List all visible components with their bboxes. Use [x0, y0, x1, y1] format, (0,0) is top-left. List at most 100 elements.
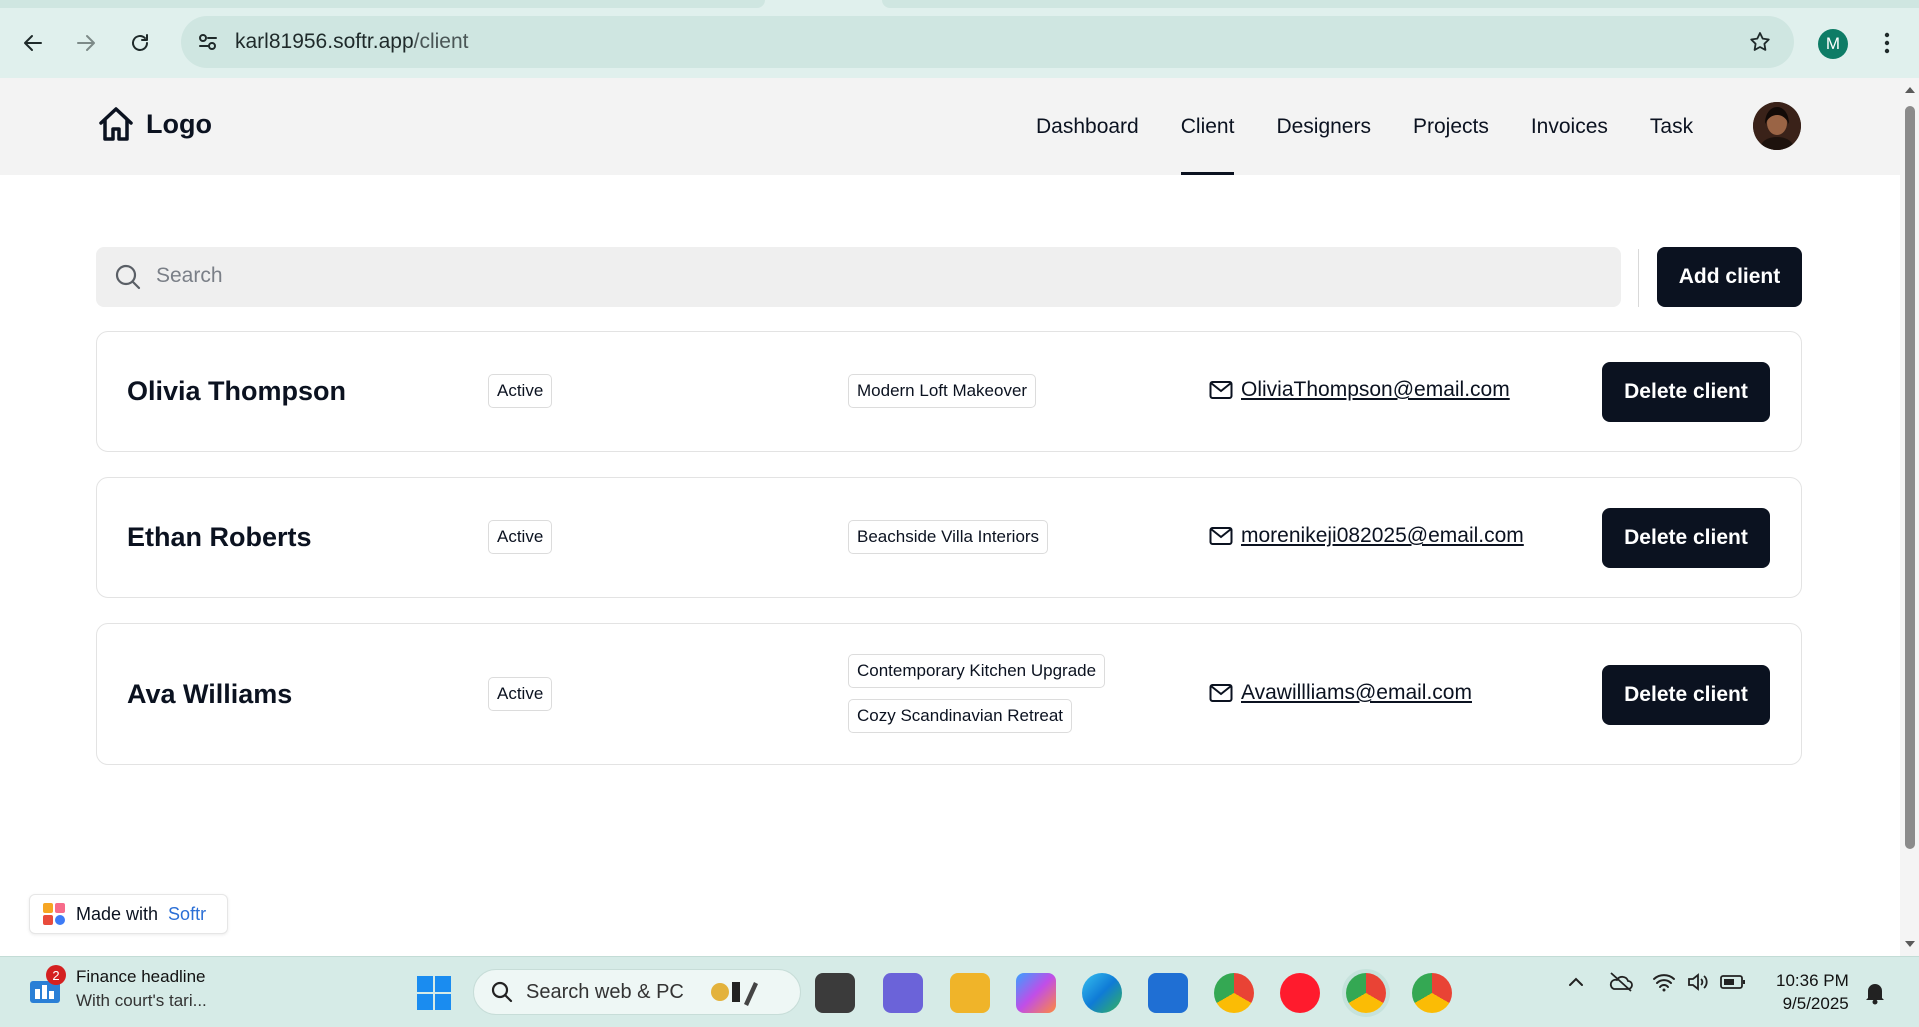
- project-tag: Modern Loft Makeover: [848, 374, 1037, 408]
- reload-icon: [132, 34, 148, 51]
- page: Logo Dashboard Client Designers Projects…: [0, 78, 1900, 956]
- divider: [1638, 249, 1639, 307]
- address-bar[interactable]: karl81956.softr.app/client: [181, 16, 1794, 68]
- nav-task[interactable]: Task: [1650, 78, 1693, 175]
- delete-client-button[interactable]: Delete client: [1602, 362, 1770, 422]
- edge-browser-icon[interactable]: [1082, 973, 1122, 1013]
- client-card: Olivia Thompson Active Modern Loft Makeo…: [96, 331, 1802, 452]
- system-tray: [1566, 971, 1746, 993]
- windows-start-icon[interactable]: [414, 973, 454, 1013]
- scrollbar-thumb[interactable]: [1905, 106, 1915, 849]
- task-view-icon[interactable]: [815, 973, 855, 1013]
- mail-icon: [1209, 527, 1233, 545]
- chrome-profile-m-icon[interactable]: [1346, 973, 1386, 1013]
- client-name: Olivia Thompson: [127, 376, 347, 406]
- home-icon: [99, 107, 133, 141]
- mail-icon: [1209, 684, 1233, 702]
- client-card: Ava Williams Active Contemporary Kitchen…: [96, 623, 1802, 765]
- search-placeholder: Search: [156, 264, 223, 287]
- browser-chrome: karl81956.softr.app/client M: [0, 0, 1919, 78]
- microsoft-store-icon[interactable]: [1148, 973, 1188, 1013]
- tab-background-right[interactable]: [882, 0, 1919, 8]
- scroll-up-icon[interactable]: [1904, 84, 1916, 96]
- logo-text: Logo: [146, 108, 212, 139]
- browser-profile-avatar[interactable]: M: [1818, 29, 1848, 59]
- search-input[interactable]: Search: [96, 247, 1621, 307]
- client-email-link[interactable]: Avawillliams@email.com: [1209, 681, 1472, 705]
- nav-client[interactable]: Client: [1180, 78, 1234, 175]
- volume-icon[interactable]: [1686, 972, 1710, 992]
- chrome-profile-other-icon[interactable]: [1412, 973, 1452, 1013]
- scroll-down-icon[interactable]: [1904, 938, 1916, 950]
- search-highlight-icon: [710, 982, 758, 1006]
- browser-toolbar: karl81956.softr.app/client M: [0, 12, 1919, 72]
- delete-client-button[interactable]: Delete client: [1602, 665, 1770, 725]
- search-icon: [115, 264, 141, 290]
- reload-button[interactable]: [123, 26, 157, 60]
- made-with-text: Made with: [76, 903, 159, 924]
- wifi-icon[interactable]: [1652, 972, 1676, 992]
- url-path: /client: [413, 30, 469, 53]
- client-email[interactable]: morenikeji082025@email.com: [1241, 524, 1524, 548]
- page-scrollbar[interactable]: [1900, 78, 1919, 956]
- arrow-right-icon: [77, 35, 95, 51]
- delete-client-button[interactable]: Delete client: [1602, 508, 1770, 568]
- main-nav: Dashboard Client Designers Projects Invo…: [1036, 78, 1735, 175]
- client-name: Ava Williams: [127, 679, 293, 709]
- forward-button[interactable]: [69, 26, 103, 60]
- status-badge: Active: [488, 677, 553, 711]
- news-badge: 2: [46, 965, 66, 985]
- status-badge: Active: [488, 374, 553, 408]
- back-button[interactable]: [16, 26, 50, 60]
- notification-bell-icon[interactable]: [1864, 981, 1886, 1005]
- news-widget-icon: 2: [28, 965, 66, 1007]
- user-avatar-image: [1753, 102, 1801, 150]
- logo[interactable]: Logo: [96, 104, 212, 144]
- nav-projects[interactable]: Projects: [1413, 78, 1489, 175]
- arrow-left-icon: [24, 35, 42, 51]
- taskbar-clock[interactable]: 10:36 PM 9/5/2025: [1776, 969, 1849, 1015]
- project-tag: Cozy Scandinavian Retreat: [848, 699, 1073, 733]
- tab-strip: [0, 0, 1919, 8]
- client-email[interactable]: OliviaThompson@email.com: [1241, 378, 1510, 402]
- project-tag: Beachside Villa Interiors: [848, 520, 1049, 554]
- softr-logo-icon: [43, 903, 65, 925]
- nav-dashboard[interactable]: Dashboard: [1036, 78, 1139, 175]
- user-avatar[interactable]: [1753, 102, 1801, 150]
- news-subtitle: With court's tari...: [76, 991, 207, 1010]
- tab-background-left[interactable]: [0, 0, 765, 8]
- site-settings-icon[interactable]: [195, 29, 221, 55]
- client-name: Ethan Roberts: [127, 522, 312, 552]
- bookmark-star-icon[interactable]: [1746, 28, 1774, 56]
- app-header: Logo Dashboard Client Designers Projects…: [0, 78, 1900, 175]
- copilot-app-icon[interactable]: [1016, 973, 1056, 1013]
- taskbar-search-placeholder: Search web & PC: [526, 980, 684, 1003]
- chrome-profile-s-icon[interactable]: [1214, 973, 1254, 1013]
- file-explorer-icon[interactable]: [950, 973, 990, 1013]
- browser-menu-icon[interactable]: [1872, 28, 1902, 58]
- teams-app-icon[interactable]: [883, 973, 923, 1013]
- news-title: Finance headline: [76, 967, 206, 986]
- news-widget[interactable]: 2 Finance headline With court's tari...: [28, 965, 207, 1011]
- clock-date: 9/5/2025: [1782, 994, 1849, 1013]
- status-badge: Active: [488, 520, 553, 554]
- softr-brand-text: Softr: [168, 903, 207, 924]
- onedrive-offline-icon[interactable]: [1608, 971, 1634, 993]
- opera-browser-icon[interactable]: [1280, 973, 1320, 1013]
- client-email-link[interactable]: morenikeji082025@email.com: [1209, 524, 1524, 548]
- made-with-softr-badge[interactable]: Made with Softr: [29, 894, 228, 934]
- url-text[interactable]: karl81956.softr.app/client: [235, 30, 468, 54]
- chevron-up-icon[interactable]: [1566, 972, 1586, 992]
- client-card: Ethan Roberts Active Beachside Villa Int…: [96, 477, 1802, 598]
- client-email[interactable]: Avawillliams@email.com: [1241, 681, 1472, 705]
- add-client-button[interactable]: Add client: [1657, 247, 1802, 307]
- taskbar-search-input[interactable]: Search web & PC: [473, 969, 801, 1015]
- project-tag: Contemporary Kitchen Upgrade: [848, 654, 1106, 688]
- nav-invoices[interactable]: Invoices: [1531, 78, 1608, 175]
- client-email-link[interactable]: OliviaThompson@email.com: [1209, 378, 1510, 402]
- taskbar: 2 Finance headline With court's tari... …: [0, 956, 1919, 1027]
- nav-designers[interactable]: Designers: [1276, 78, 1371, 175]
- clock-time: 10:36 PM: [1776, 971, 1849, 990]
- mail-icon: [1209, 381, 1233, 399]
- battery-icon[interactable]: [1720, 974, 1746, 990]
